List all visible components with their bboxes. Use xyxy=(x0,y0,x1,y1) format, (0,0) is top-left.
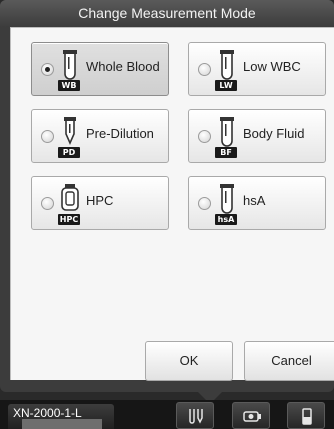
sample-tube-icon xyxy=(189,409,203,424)
mode-tag: hsA xyxy=(215,214,237,225)
mode-tag: WB xyxy=(58,80,80,91)
mode-button-whole-blood[interactable]: WB Whole Blood xyxy=(31,42,169,96)
instrument-name: XN-2000-1-L xyxy=(13,406,82,420)
mode-button-hpc[interactable]: HPC HPC xyxy=(31,176,169,230)
mode-label: hsA xyxy=(243,193,266,208)
mode-button-low-wbc[interactable]: LW Low WBC xyxy=(188,42,326,96)
sampler-icon xyxy=(243,411,261,422)
dialog-body: WB Whole Blood LW Low WBC PD Pre-Dilutio… xyxy=(10,27,334,381)
sample-tube-button[interactable] xyxy=(176,402,214,429)
instrument-tab[interactable]: XN-2000-1-L xyxy=(8,404,114,429)
mode-button-body-fluid[interactable]: BF Body Fluid xyxy=(188,109,326,163)
radio-unselected xyxy=(198,63,211,76)
mode-button-pre-dilution[interactable]: PD Pre-Dilution xyxy=(31,109,169,163)
mode-label: Body Fluid xyxy=(243,126,305,141)
change-measurement-mode-dialog: Change Measurement Mode WB Whole Blood L… xyxy=(0,0,334,392)
mode-label: Low WBC xyxy=(243,59,301,74)
blood-tube-icon xyxy=(63,50,77,80)
mode-label: Whole Blood xyxy=(86,59,160,74)
blood-tube-icon xyxy=(220,184,234,214)
radio-unselected xyxy=(198,130,211,143)
mode-button-hsa[interactable]: hsA hsA xyxy=(188,176,326,230)
mode-tag: BF xyxy=(215,147,237,158)
mode-label: HPC xyxy=(86,193,114,208)
mode-tag: HPC xyxy=(58,214,80,225)
pre-dilution-tube-icon xyxy=(64,117,76,145)
reagent-button[interactable] xyxy=(287,402,325,429)
blood-tube-icon xyxy=(220,50,234,80)
radio-unselected xyxy=(198,197,211,210)
ok-button[interactable]: OK xyxy=(145,341,233,381)
hpc-tube-icon xyxy=(61,184,79,211)
reagent-icon xyxy=(302,408,312,425)
radio-unselected xyxy=(41,130,54,143)
blood-tube-icon xyxy=(220,117,234,147)
radio-selected xyxy=(41,63,54,76)
dialog-title: Change Measurement Mode xyxy=(0,0,334,27)
cancel-button[interactable]: Cancel xyxy=(244,341,334,381)
mode-label: Pre-Dilution xyxy=(86,126,154,141)
radio-unselected xyxy=(41,197,54,210)
mode-tag: PD xyxy=(58,147,80,158)
mode-tag: LW xyxy=(215,80,237,91)
instrument-status-strip xyxy=(22,419,102,429)
sampler-button[interactable] xyxy=(232,402,270,429)
